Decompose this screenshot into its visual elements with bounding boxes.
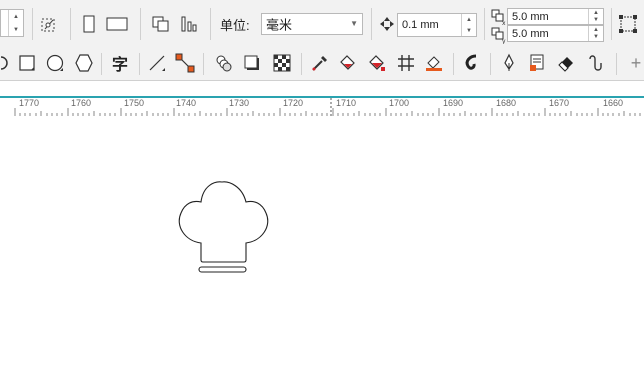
- duplicate-x-value: 5.0 mm: [512, 10, 549, 23]
- fit-path-icon[interactable]: [38, 13, 60, 35]
- toolbox: 字 +: [0, 47, 644, 81]
- portrait-icon[interactable]: [78, 13, 100, 35]
- rectangle-icon[interactable]: [16, 52, 38, 74]
- eyedropper-icon[interactable]: [309, 52, 331, 74]
- spin-down-icon[interactable]: ▼: [8, 23, 23, 36]
- outline-icon[interactable]: [461, 52, 483, 74]
- property-bar: ▲ ▼ 单位: 毫米 ▼ 0.1 mm ▲ ▼ x y 5.0 mm ▲ ▼ 5…: [0, 0, 644, 48]
- text-icon[interactable]: 字: [109, 52, 131, 74]
- spin-down-icon[interactable]: ▼: [461, 25, 476, 36]
- pen-icon[interactable]: [498, 52, 520, 74]
- interactive-fill-icon[interactable]: [366, 52, 388, 74]
- landscape-icon[interactable]: [106, 13, 128, 35]
- line-icon[interactable]: [146, 52, 168, 74]
- spin-down-icon[interactable]: ▼: [588, 16, 603, 24]
- all-pages-icon[interactable]: [150, 13, 172, 35]
- bounding-box-icon[interactable]: [617, 13, 639, 35]
- smudge-icon[interactable]: [585, 52, 607, 74]
- add-icon[interactable]: +: [625, 52, 644, 74]
- spin-down-icon[interactable]: ▼: [588, 33, 603, 41]
- nudge-distance-input[interactable]: 0.1 mm ▲ ▼: [397, 13, 477, 37]
- unit-label: 单位:: [220, 18, 250, 33]
- svg-text:y: y: [502, 38, 506, 44]
- unit-select[interactable]: 毫米 ▼: [261, 13, 363, 35]
- chevron-down-icon[interactable]: ▼: [350, 19, 358, 28]
- unit-select-value: 毫米: [266, 17, 293, 33]
- nudge-distance-value: 0.1 mm: [402, 19, 439, 31]
- chef-hat-icon[interactable]: [0, 116, 644, 379]
- spin-up-icon[interactable]: ▲: [461, 14, 476, 25]
- pick-icon[interactable]: [0, 52, 12, 74]
- polygon-icon[interactable]: [73, 52, 95, 74]
- current-page-icon[interactable]: [178, 13, 200, 35]
- smart-fill-icon[interactable]: [423, 52, 445, 74]
- ruler-ticks: [14, 98, 641, 116]
- transparency-icon[interactable]: [271, 52, 293, 74]
- nudge-icon: [376, 13, 398, 35]
- drop-shadow-icon[interactable]: [241, 52, 263, 74]
- ellipse-icon[interactable]: [44, 52, 66, 74]
- artistic-media-icon[interactable]: [526, 52, 548, 74]
- fill-icon[interactable]: [337, 52, 359, 74]
- spin-up-icon[interactable]: ▲: [8, 10, 23, 23]
- duplicate-x-input[interactable]: 5.0 mm ▲ ▼: [507, 8, 604, 25]
- mesh-fill-icon[interactable]: [395, 52, 417, 74]
- duplicate-y-value: 5.0 mm: [512, 27, 549, 40]
- partial-spinbox[interactable]: ▲ ▼: [0, 9, 24, 37]
- horizontal-ruler: 1770 1760 1750 1740 1730 1720 1710 1700 …: [0, 96, 644, 116]
- duplicate-y-input[interactable]: 5.0 mm ▲ ▼: [507, 25, 604, 42]
- blend-icon[interactable]: [213, 52, 235, 74]
- connector-icon[interactable]: [174, 52, 196, 74]
- eraser-icon[interactable]: [555, 52, 577, 74]
- spin-up-icon[interactable]: ▲: [588, 9, 603, 17]
- spin-up-icon[interactable]: ▲: [588, 26, 603, 34]
- drawing-canvas[interactable]: [0, 116, 644, 379]
